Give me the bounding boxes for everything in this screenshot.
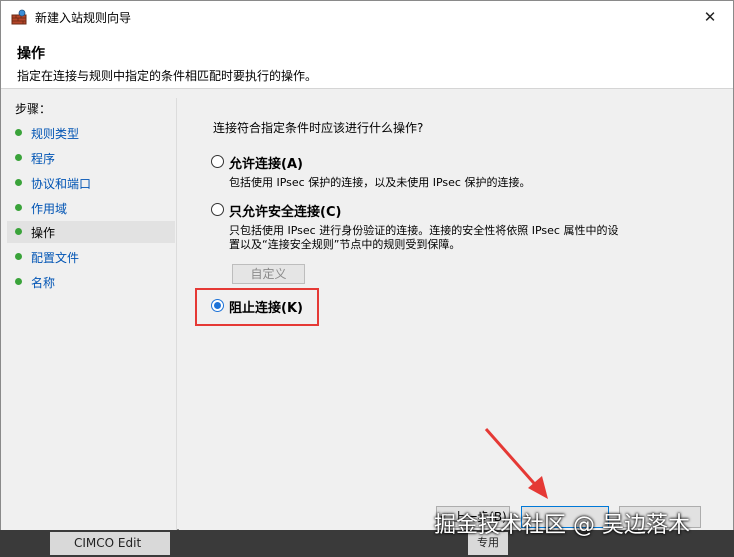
step-label: 规则类型 xyxy=(31,127,80,141)
step-label: 作用域 xyxy=(31,202,68,216)
bullet-icon xyxy=(15,179,22,186)
steps-panel: 步骤： 规则类型 程序 协议和端口 作用域 操作 配置文件 名称 xyxy=(1,98,177,531)
step-label: 操作 xyxy=(31,226,56,240)
option-description: 置以及“连接安全规则”节点中的规则受到保障。 xyxy=(229,238,461,251)
allow-secure-option[interactable]: 只允许安全连接(C) xyxy=(211,200,411,222)
bullet-icon xyxy=(15,154,22,161)
page-description: 指定在连接与规则中指定的条件相匹配时要执行的操作。 xyxy=(17,69,318,83)
step-rule-type[interactable]: 规则类型 xyxy=(7,122,175,144)
allow-secure-radio[interactable] xyxy=(211,203,224,216)
step-label: 配置文件 xyxy=(31,251,80,265)
step-label: 协议和端口 xyxy=(31,177,92,191)
step-protocol-port[interactable]: 协议和端口 xyxy=(7,172,175,194)
title-bar: 新建入站规则向导 ✕ xyxy=(1,1,733,33)
page-title: 操作 xyxy=(17,46,45,62)
step-label: 程序 xyxy=(31,152,56,166)
customize-button[interactable]: 自定义 xyxy=(232,264,305,284)
bullet-icon xyxy=(15,204,22,211)
content-panel: 连接符合指定条件时应该进行什么操作? 允许连接(A) 包括使用 IPsec 保护… xyxy=(179,98,733,531)
option-label: 只允许安全连接(C) xyxy=(229,205,342,220)
bullet-icon xyxy=(15,278,22,285)
firewall-icon xyxy=(11,9,27,25)
bullet-icon xyxy=(15,228,22,235)
bullet-icon xyxy=(15,129,22,136)
watermark: 掘金技术社区 @ 吴边落木 xyxy=(434,513,690,538)
window-title: 新建入站规则向导 xyxy=(35,11,132,25)
bullet-icon xyxy=(15,253,22,260)
step-action[interactable]: 操作 xyxy=(7,221,175,243)
taskbar-item[interactable]: CIMCO Edit xyxy=(50,532,170,555)
step-profile[interactable]: 配置文件 xyxy=(7,246,175,268)
allow-connection-radio[interactable] xyxy=(211,155,224,168)
close-button[interactable]: ✕ xyxy=(695,5,725,29)
step-scope[interactable]: 作用域 xyxy=(7,197,175,219)
steps-title: 步骤： xyxy=(15,102,52,116)
page-header: 操作 指定在连接与规则中指定的条件相匹配时要执行的操作。 xyxy=(1,33,733,89)
option-description: 包括使用 IPsec 保护的连接，以及未使用 IPsec 保护的连接。 xyxy=(229,176,531,189)
wizard-window: 新建入站规则向导 ✕ 操作 指定在连接与规则中指定的条件相匹配时要执行的操作。 … xyxy=(0,0,734,531)
option-label: 允许连接(A) xyxy=(229,157,303,172)
action-question: 连接符合指定条件时应该进行什么操作? xyxy=(213,121,424,135)
annotation-highlight xyxy=(195,288,319,326)
step-label: 名称 xyxy=(31,276,56,290)
step-program[interactable]: 程序 xyxy=(7,147,175,169)
step-name[interactable]: 名称 xyxy=(7,271,175,293)
allow-connection-option[interactable]: 允许连接(A) xyxy=(211,152,411,174)
